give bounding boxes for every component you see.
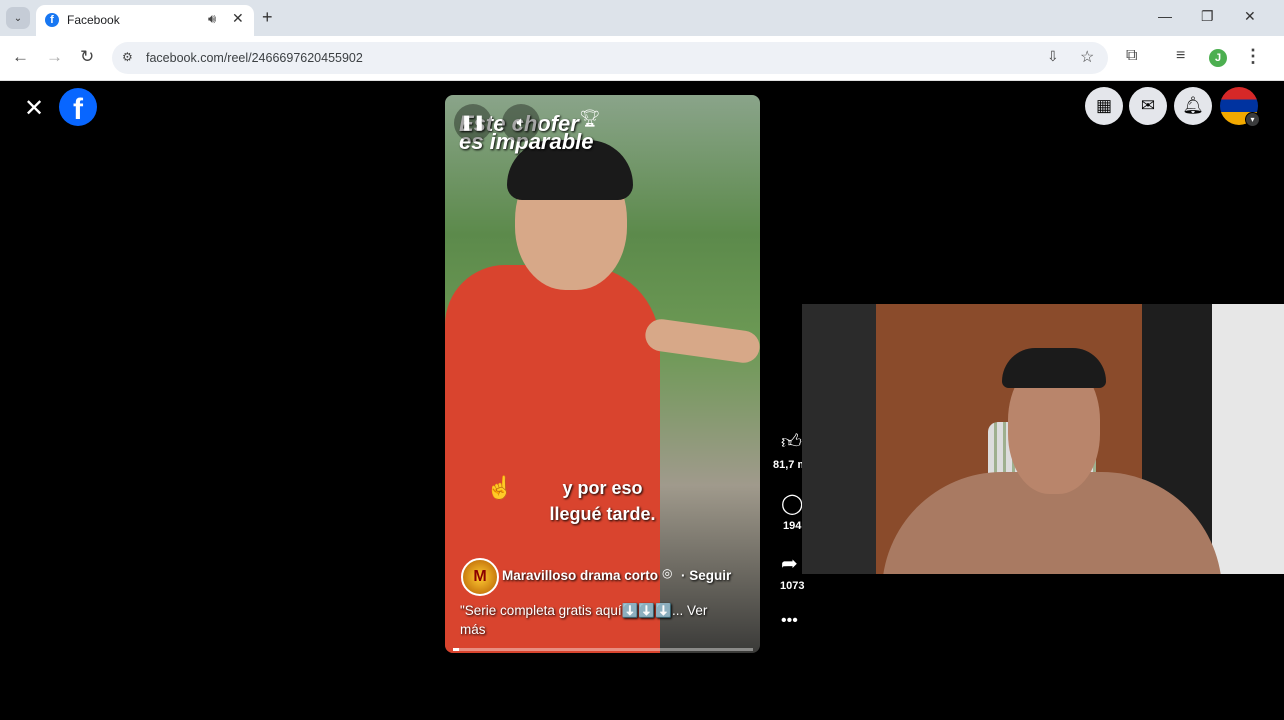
more-options-icon[interactable]: ••• bbox=[781, 612, 798, 630]
comment-icon[interactable]: ◯ bbox=[781, 491, 803, 516]
url-text[interactable]: facebook.com/reel/2466697620455902 bbox=[146, 51, 363, 65]
browser-menu-icon[interactable]: ⋮ bbox=[1244, 46, 1262, 67]
pause-button[interactable]: ❚❚ bbox=[454, 104, 492, 142]
chevron-down-icon[interactable]: ▾ bbox=[1245, 112, 1260, 127]
comment-count: 194 bbox=[783, 520, 802, 532]
hand-cursor-icon: ☝ bbox=[486, 475, 514, 500]
webcam-person-hair bbox=[1002, 348, 1106, 388]
share-count: 1073 bbox=[780, 580, 805, 592]
tab-title: Facebook bbox=[67, 13, 120, 27]
media-controls-icon[interactable]: ≡ bbox=[1176, 47, 1185, 65]
browser-toolbar: ← → ↻ ⚙ facebook.com/reel/24666976204559… bbox=[0, 36, 1284, 81]
trophy-icon: 🏆︎ bbox=[579, 109, 601, 128]
share-icon[interactable]: ➦ bbox=[781, 551, 798, 576]
page-name-link[interactable]: Maravilloso drama corto bbox=[502, 568, 658, 583]
speaker-icon[interactable]: 🔊︎ bbox=[208, 11, 216, 27]
globe-icon: ◎ bbox=[662, 566, 673, 580]
install-app-icon[interactable]: ⇩ bbox=[1047, 48, 1059, 65]
like-icon[interactable]: 👍︎ bbox=[781, 430, 802, 454]
back-icon[interactable]: ← bbox=[12, 47, 29, 67]
browser-tab-bar: ⌄ f Facebook 🔊︎ ✕ + — ❐ ✕ bbox=[0, 0, 1284, 36]
profile-avatar[interactable]: J bbox=[1209, 49, 1227, 67]
facebook-logo-icon[interactable]: f bbox=[59, 88, 97, 126]
tab-search-button[interactable]: ⌄ bbox=[6, 7, 30, 29]
minimize-icon[interactable]: — bbox=[1158, 8, 1172, 24]
reload-icon[interactable]: ↻ bbox=[80, 47, 94, 67]
reel-video[interactable]: Este chofer es imparable ❚❚ 🔈︎ 🏆︎ y por … bbox=[445, 95, 760, 653]
notifications-bell-icon[interactable]: 🔔︎ bbox=[1174, 87, 1212, 125]
webcam-wall bbox=[1212, 304, 1284, 574]
tab-close-icon[interactable]: ✕ bbox=[232, 10, 244, 27]
site-info-icon[interactable]: ⚙ bbox=[122, 50, 133, 64]
new-tab-button[interactable]: + bbox=[262, 7, 273, 28]
messenger-icon[interactable]: ✉ bbox=[1129, 87, 1167, 125]
webcam-overlay bbox=[802, 304, 1284, 574]
browser-tab-facebook[interactable]: f Facebook 🔊︎ ✕ bbox=[36, 5, 254, 36]
video-progress-fill bbox=[453, 648, 459, 651]
facebook-favicon-icon: f bbox=[45, 13, 59, 27]
reel-caption[interactable]: "Serie completa gratis aquí⬇️⬇️⬇️... Ver… bbox=[460, 601, 730, 639]
video-progress-bar[interactable] bbox=[453, 648, 753, 651]
forward-icon[interactable]: → bbox=[46, 47, 63, 67]
bookmark-star-icon[interactable]: ☆ bbox=[1080, 47, 1094, 67]
mute-button[interactable]: 🔈︎ bbox=[502, 104, 540, 142]
page-avatar[interactable]: M bbox=[461, 558, 499, 596]
extensions-icon[interactable]: ⧉ bbox=[1126, 47, 1137, 65]
menu-grid-icon[interactable]: ▦ bbox=[1085, 87, 1123, 125]
restore-icon[interactable]: ❐ bbox=[1201, 8, 1214, 25]
address-bar[interactable]: ⚙ facebook.com/reel/2466697620455902 ⇩ ☆ bbox=[112, 42, 1108, 74]
follow-button[interactable]: · Seguir bbox=[681, 568, 731, 583]
close-reel-icon[interactable]: ✕ bbox=[24, 94, 44, 123]
webcam-cabinet-left bbox=[802, 304, 878, 574]
subtitle-line-2: llegué tarde. bbox=[549, 504, 656, 524]
account-avatar[interactable]: ▾ bbox=[1220, 87, 1260, 127]
video-person-arm bbox=[643, 317, 760, 365]
window-close-icon[interactable]: ✕ bbox=[1244, 8, 1256, 25]
